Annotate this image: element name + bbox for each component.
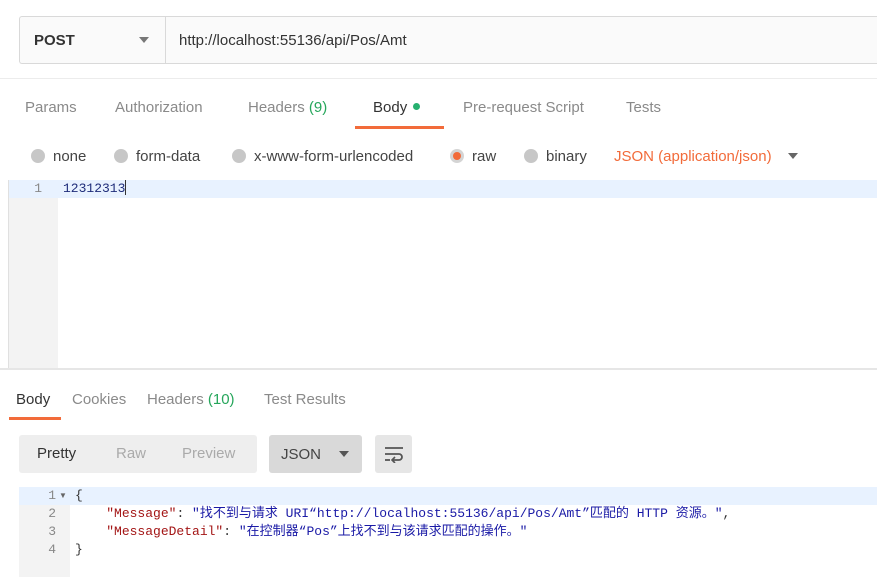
code-line: "Message": "找不到与请求 URI“http://localhost:…: [106, 506, 731, 521]
code-line: 12312313: [63, 180, 127, 196]
radio-circle-icon: [31, 149, 45, 163]
headers-count: (9): [308, 99, 328, 116]
response-body-viewer[interactable]: 1 2 3 4 ▼ { "Message": "找不到与请求 URI“http:…: [19, 487, 877, 577]
active-line-highlight: [9, 180, 877, 198]
method-label: POST: [34, 31, 75, 49]
line-number: 3: [48, 524, 56, 539]
radio-circle-icon: [232, 149, 246, 163]
line-number: 1: [48, 488, 56, 503]
divider: [0, 78, 877, 79]
tab-params[interactable]: Params: [25, 88, 77, 128]
preview-button[interactable]: Preview: [182, 435, 252, 473]
code-line: "MessageDetail": "在控制器“Pos”上找不到与该请求匹配的操作…: [106, 524, 528, 539]
body-indicator-dot-icon: [413, 103, 421, 110]
tab-headers[interactable]: Headers (9): [248, 88, 327, 128]
radio-raw[interactable]: raw: [450, 141, 496, 171]
chevron-down-icon: [139, 37, 149, 43]
active-line-highlight: [19, 487, 877, 505]
request-body-editor[interactable]: 1 12312313: [8, 180, 877, 368]
radio-selected-icon: [450, 149, 464, 163]
radio-circle-icon: [524, 149, 538, 163]
wrap-lines-button[interactable]: [375, 435, 412, 473]
line-number: 2: [48, 506, 56, 521]
url-input[interactable]: http://localhost:55136/api/Pos/Amt: [166, 17, 877, 63]
tab-prerequest-script[interactable]: Pre-request Script: [463, 88, 584, 128]
tab-tests[interactable]: Tests: [626, 88, 661, 128]
active-tab-underline: [355, 126, 444, 129]
radio-form-data[interactable]: form-data: [114, 141, 200, 171]
url-text: http://localhost:55136/api/Pos/Amt: [179, 31, 407, 49]
response-tabs: Body Cookies Headers (10) Test Results: [0, 382, 877, 420]
divider: [0, 368, 877, 370]
tab-response-headers[interactable]: Headers (10): [147, 382, 235, 418]
tab-cookies[interactable]: Cookies: [72, 382, 126, 418]
radio-none[interactable]: none: [31, 141, 86, 171]
active-tab-underline: [9, 417, 61, 420]
tab-authorization[interactable]: Authorization: [115, 88, 203, 128]
fold-toggle-icon[interactable]: ▼: [59, 487, 67, 505]
line-number: 1: [34, 181, 42, 196]
radio-binary[interactable]: binary: [524, 141, 587, 171]
content-type-select[interactable]: JSON (application/json): [614, 141, 798, 171]
request-tabs: Params Authorization Headers (9) Body Pr…: [0, 88, 877, 130]
text-cursor: [125, 180, 127, 195]
wrap-lines-icon: [384, 447, 403, 463]
code-line: }: [75, 542, 83, 557]
chevron-down-icon: [339, 451, 350, 457]
response-format-select[interactable]: JSON: [269, 435, 362, 473]
radio-circle-icon: [114, 149, 128, 163]
code-line: {: [75, 488, 83, 503]
raw-button[interactable]: Raw: [116, 435, 182, 473]
tab-response-body[interactable]: Body: [16, 382, 50, 418]
view-mode-group: Pretty Raw Preview: [19, 435, 257, 473]
tab-body[interactable]: Body: [373, 88, 421, 128]
method-select[interactable]: POST: [20, 17, 166, 63]
request-bar: POST http://localhost:55136/api/Pos/Amt: [19, 16, 877, 64]
radio-urlencoded[interactable]: x-www-form-urlencoded: [232, 141, 413, 171]
pretty-button[interactable]: Pretty: [37, 435, 116, 473]
line-number: 4: [48, 542, 56, 557]
tab-test-results[interactable]: Test Results: [264, 382, 346, 418]
response-headers-count: (10): [207, 391, 235, 408]
chevron-down-icon: [787, 153, 798, 159]
